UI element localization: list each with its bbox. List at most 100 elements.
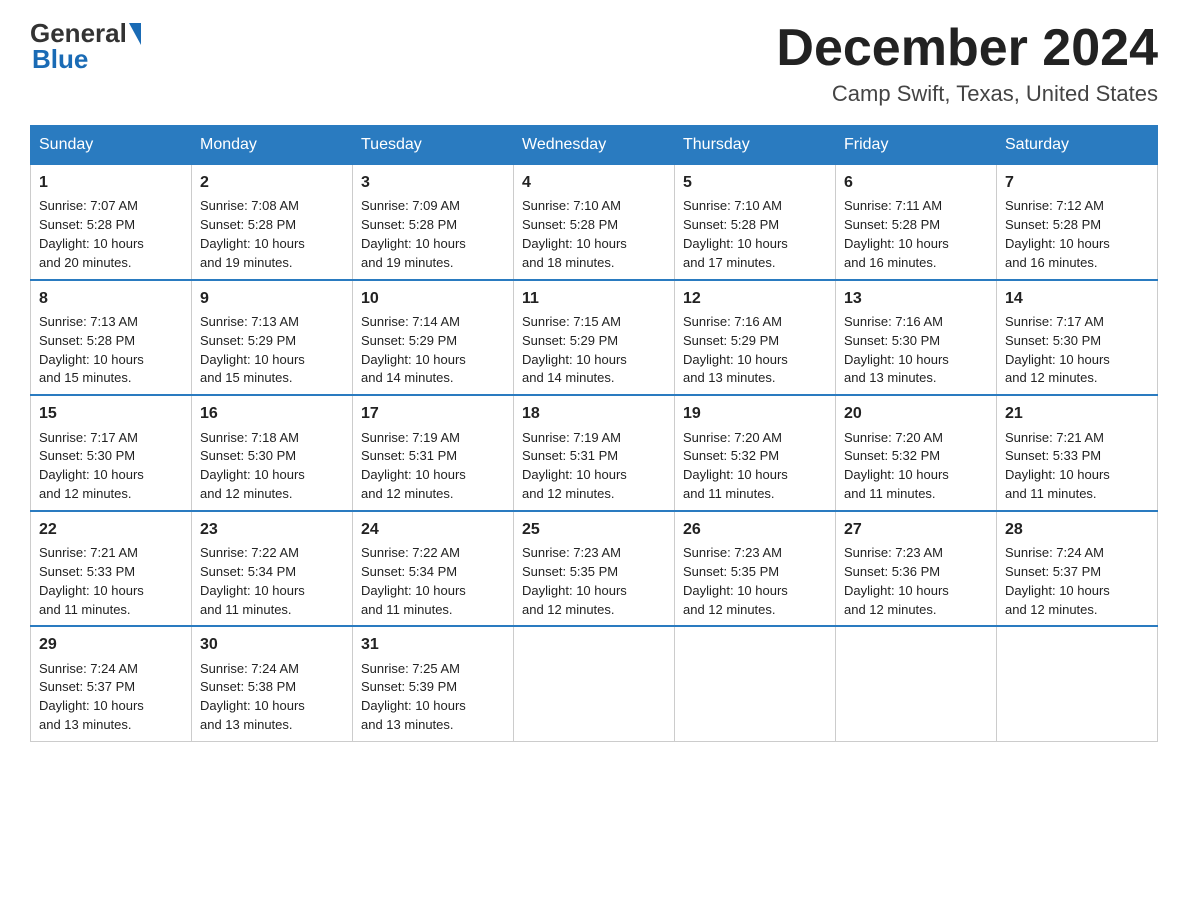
day-number: 11 xyxy=(522,287,666,310)
day-info: Sunrise: 7:12 AMSunset: 5:28 PMDaylight:… xyxy=(1005,198,1110,270)
logo-general: General xyxy=(30,20,127,46)
calendar-cell: 29Sunrise: 7:24 AMSunset: 5:37 PMDayligh… xyxy=(31,626,192,741)
logo-area: General Blue xyxy=(30,20,141,75)
header-monday: Monday xyxy=(192,126,353,165)
day-number: 16 xyxy=(200,402,344,425)
day-info: Sunrise: 7:07 AMSunset: 5:28 PMDaylight:… xyxy=(39,198,144,270)
location-subtitle: Camp Swift, Texas, United States xyxy=(776,81,1158,107)
day-number: 15 xyxy=(39,402,183,425)
month-year-title: December 2024 xyxy=(776,20,1158,77)
day-number: 25 xyxy=(522,518,666,541)
header-thursday: Thursday xyxy=(675,126,836,165)
logo: General xyxy=(30,20,141,46)
header-wednesday: Wednesday xyxy=(514,126,675,165)
day-number: 5 xyxy=(683,171,827,194)
calendar-cell xyxy=(997,626,1158,741)
day-number: 13 xyxy=(844,287,988,310)
day-info: Sunrise: 7:21 AMSunset: 5:33 PMDaylight:… xyxy=(39,545,144,617)
calendar-cell: 1 Sunrise: 7:07 AMSunset: 5:28 PMDaylight… xyxy=(31,165,192,280)
day-info: Sunrise: 7:20 AMSunset: 5:32 PMDaylight:… xyxy=(844,430,949,502)
calendar-cell: 11 Sunrise: 7:15 AMSunset: 5:29 PMDayligh… xyxy=(514,280,675,396)
logo-blue: Blue xyxy=(30,44,88,75)
day-info: Sunrise: 7:09 AMSunset: 5:28 PMDaylight:… xyxy=(361,198,466,270)
day-number: 31 xyxy=(361,633,505,656)
calendar-cell: 25 Sunrise: 7:23 AMSunset: 5:35 PMDayligh… xyxy=(514,511,675,627)
calendar-cell: 15 Sunrise: 7:17 AMSunset: 5:30 PMDayligh… xyxy=(31,395,192,511)
day-info: Sunrise: 7:16 AMSunset: 5:30 PMDaylight:… xyxy=(844,314,949,386)
calendar-cell xyxy=(675,626,836,741)
day-info: Sunrise: 7:17 AMSunset: 5:30 PMDaylight:… xyxy=(1005,314,1110,386)
day-info: Sunrise: 7:16 AMSunset: 5:29 PMDaylight:… xyxy=(683,314,788,386)
day-info: Sunrise: 7:24 AMSunset: 5:37 PMDaylight:… xyxy=(1005,545,1110,617)
day-info: Sunrise: 7:08 AMSunset: 5:28 PMDaylight:… xyxy=(200,198,305,270)
calendar-cell: 2 Sunrise: 7:08 AMSunset: 5:28 PMDaylight… xyxy=(192,165,353,280)
day-number: 24 xyxy=(361,518,505,541)
day-info: Sunrise: 7:24 AMSunset: 5:38 PMDaylight:… xyxy=(200,661,305,733)
day-info: Sunrise: 7:22 AMSunset: 5:34 PMDaylight:… xyxy=(200,545,305,617)
calendar-cell: 5Sunrise: 7:10 AMSunset: 5:28 PMDaylight… xyxy=(675,165,836,280)
header-saturday: Saturday xyxy=(997,126,1158,165)
day-info: Sunrise: 7:25 AMSunset: 5:39 PMDaylight:… xyxy=(361,661,466,733)
header-friday: Friday xyxy=(836,126,997,165)
calendar-cell: 7 Sunrise: 7:12 AMSunset: 5:28 PMDaylight… xyxy=(997,165,1158,280)
day-number: 7 xyxy=(1005,171,1149,194)
calendar-week-row: 29Sunrise: 7:24 AMSunset: 5:37 PMDayligh… xyxy=(31,626,1158,741)
calendar-cell: 23 Sunrise: 7:22 AMSunset: 5:34 PMDayligh… xyxy=(192,511,353,627)
day-info: Sunrise: 7:19 AMSunset: 5:31 PMDaylight:… xyxy=(361,430,466,502)
header-sunday: Sunday xyxy=(31,126,192,165)
calendar-week-row: 1 Sunrise: 7:07 AMSunset: 5:28 PMDaylight… xyxy=(31,165,1158,280)
calendar-table: SundayMondayTuesdayWednesdayThursdayFrid… xyxy=(30,125,1158,742)
day-number: 19 xyxy=(683,402,827,425)
day-info: Sunrise: 7:11 AMSunset: 5:28 PMDaylight:… xyxy=(844,198,949,270)
header-tuesday: Tuesday xyxy=(353,126,514,165)
day-info: Sunrise: 7:23 AMSunset: 5:35 PMDaylight:… xyxy=(683,545,788,617)
day-number: 4 xyxy=(522,171,666,194)
day-number: 21 xyxy=(1005,402,1149,425)
day-number: 26 xyxy=(683,518,827,541)
day-number: 18 xyxy=(522,402,666,425)
day-info: Sunrise: 7:15 AMSunset: 5:29 PMDaylight:… xyxy=(522,314,627,386)
day-info: Sunrise: 7:17 AMSunset: 5:30 PMDaylight:… xyxy=(39,430,144,502)
day-info: Sunrise: 7:18 AMSunset: 5:30 PMDaylight:… xyxy=(200,430,305,502)
calendar-cell: 14 Sunrise: 7:17 AMSunset: 5:30 PMDayligh… xyxy=(997,280,1158,396)
calendar-cell: 3Sunrise: 7:09 AMSunset: 5:28 PMDaylight… xyxy=(353,165,514,280)
day-number: 12 xyxy=(683,287,827,310)
day-info: Sunrise: 7:23 AMSunset: 5:35 PMDaylight:… xyxy=(522,545,627,617)
calendar-cell: 4 Sunrise: 7:10 AMSunset: 5:28 PMDaylight… xyxy=(514,165,675,280)
day-info: Sunrise: 7:10 AMSunset: 5:28 PMDaylight:… xyxy=(522,198,627,270)
day-number: 17 xyxy=(361,402,505,425)
day-info: Sunrise: 7:13 AMSunset: 5:28 PMDaylight:… xyxy=(39,314,144,386)
day-number: 23 xyxy=(200,518,344,541)
calendar-cell: 13 Sunrise: 7:16 AMSunset: 5:30 PMDayligh… xyxy=(836,280,997,396)
calendar-header-row: SundayMondayTuesdayWednesdayThursdayFrid… xyxy=(31,126,1158,165)
calendar-cell: 19 Sunrise: 7:20 AMSunset: 5:32 PMDayligh… xyxy=(675,395,836,511)
day-number: 10 xyxy=(361,287,505,310)
calendar-cell: 12 Sunrise: 7:16 AMSunset: 5:29 PMDayligh… xyxy=(675,280,836,396)
calendar-cell: 16 Sunrise: 7:18 AMSunset: 5:30 PMDayligh… xyxy=(192,395,353,511)
day-info: Sunrise: 7:22 AMSunset: 5:34 PMDaylight:… xyxy=(361,545,466,617)
day-info: Sunrise: 7:20 AMSunset: 5:32 PMDaylight:… xyxy=(683,430,788,502)
calendar-cell: 22 Sunrise: 7:21 AMSunset: 5:33 PMDayligh… xyxy=(31,511,192,627)
day-number: 20 xyxy=(844,402,988,425)
day-number: 14 xyxy=(1005,287,1149,310)
day-number: 2 xyxy=(200,171,344,194)
day-number: 22 xyxy=(39,518,183,541)
calendar-cell: 20 Sunrise: 7:20 AMSunset: 5:32 PMDayligh… xyxy=(836,395,997,511)
day-number: 27 xyxy=(844,518,988,541)
calendar-cell: 28Sunrise: 7:24 AMSunset: 5:37 PMDayligh… xyxy=(997,511,1158,627)
calendar-week-row: 8Sunrise: 7:13 AMSunset: 5:28 PMDaylight… xyxy=(31,280,1158,396)
day-info: Sunrise: 7:23 AMSunset: 5:36 PMDaylight:… xyxy=(844,545,949,617)
day-number: 9 xyxy=(200,287,344,310)
calendar-cell: 30Sunrise: 7:24 AMSunset: 5:38 PMDayligh… xyxy=(192,626,353,741)
calendar-week-row: 15 Sunrise: 7:17 AMSunset: 5:30 PMDayligh… xyxy=(31,395,1158,511)
day-number: 1 xyxy=(39,171,183,194)
calendar-cell xyxy=(836,626,997,741)
title-area: December 2024 Camp Swift, Texas, United … xyxy=(776,20,1158,107)
logo-arrow-icon xyxy=(129,23,141,45)
calendar-cell: 9Sunrise: 7:13 AMSunset: 5:29 PMDaylight… xyxy=(192,280,353,396)
calendar-cell: 24 Sunrise: 7:22 AMSunset: 5:34 PMDayligh… xyxy=(353,511,514,627)
calendar-cell: 6 Sunrise: 7:11 AMSunset: 5:28 PMDaylight… xyxy=(836,165,997,280)
header: General Blue December 2024 Camp Swift, T… xyxy=(30,20,1158,107)
day-number: 6 xyxy=(844,171,988,194)
calendar-week-row: 22 Sunrise: 7:21 AMSunset: 5:33 PMDayligh… xyxy=(31,511,1158,627)
